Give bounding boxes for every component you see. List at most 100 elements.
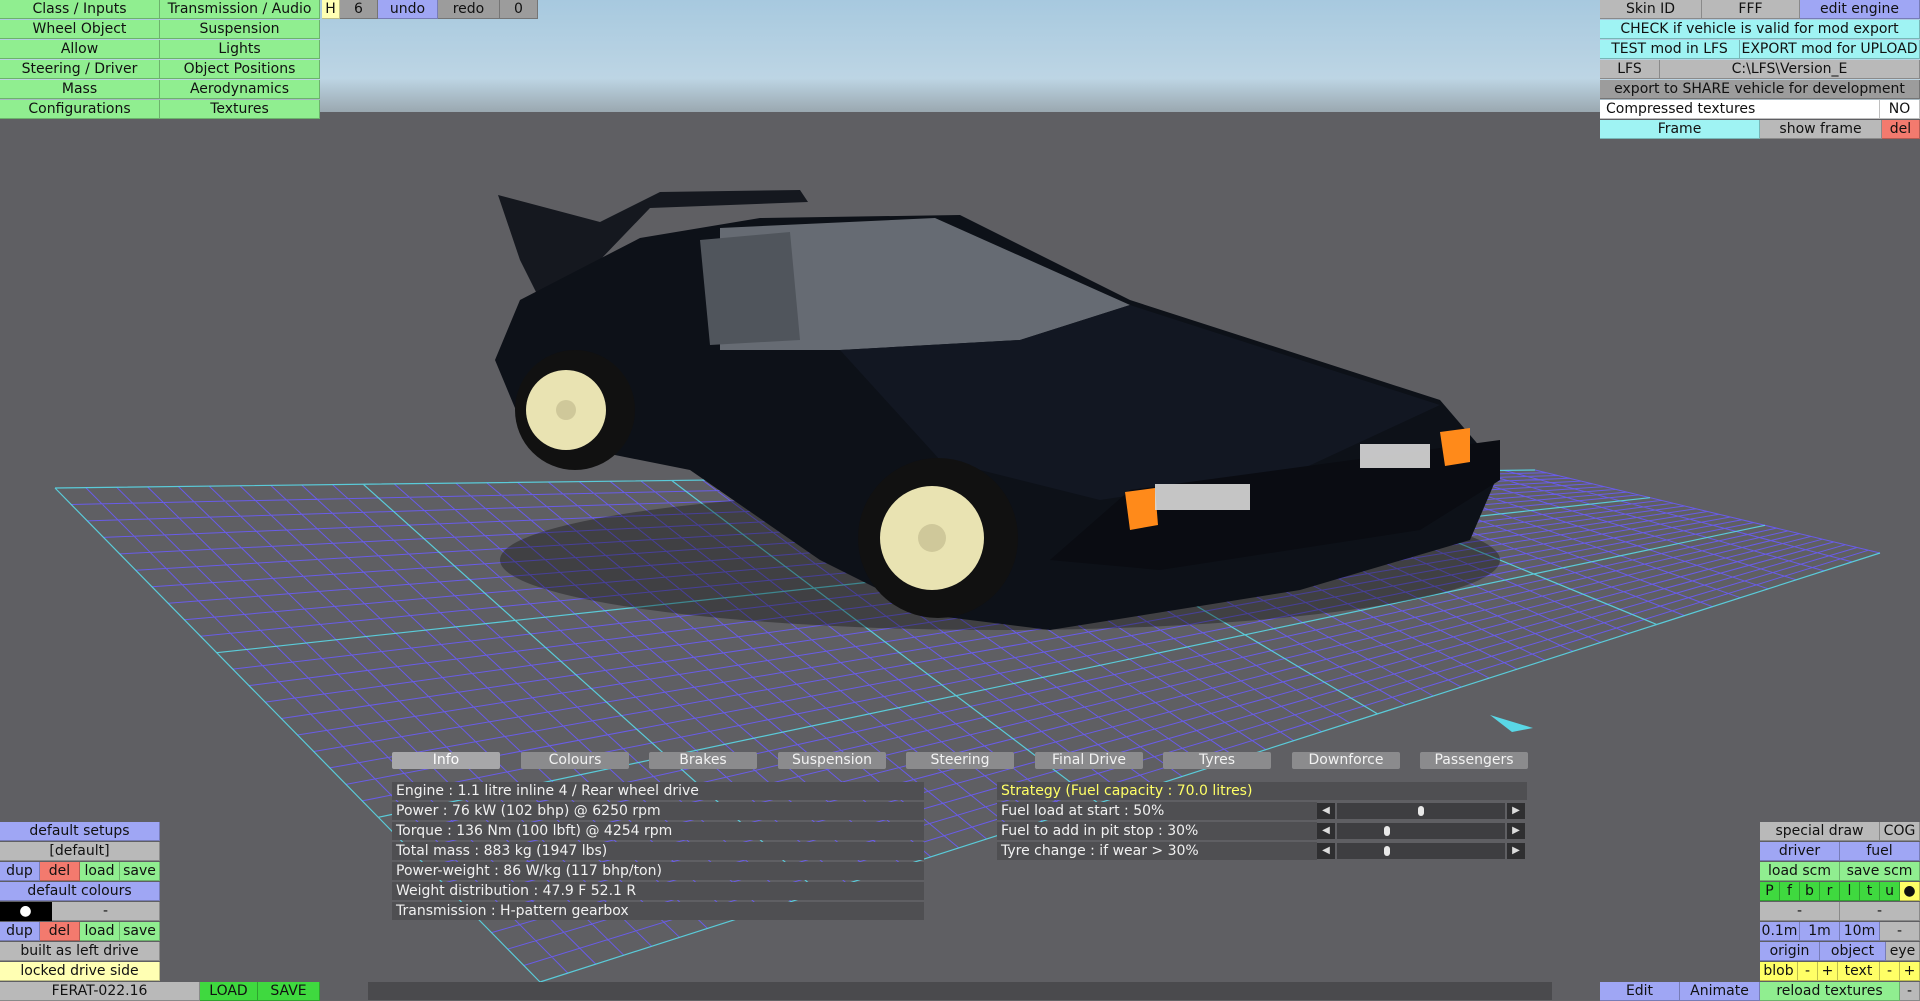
object-button[interactable]: object — [1820, 942, 1886, 961]
edit-engine-button[interactable]: edit engine — [1800, 0, 1920, 19]
value-6-button[interactable]: 6 — [340, 0, 378, 19]
strategy-slider-track[interactable] — [1337, 843, 1505, 859]
scale-dash-button[interactable]: - — [1880, 922, 1920, 941]
animate-mode-button[interactable]: Animate — [1680, 982, 1760, 1001]
strategy-slider-track[interactable] — [1337, 803, 1505, 819]
frame-delete-button[interactable]: del — [1882, 120, 1920, 139]
slider-left-arrow-icon[interactable]: ◀ — [1317, 823, 1335, 839]
built-left-drive-toggle[interactable]: built as left drive — [0, 942, 160, 961]
text-button[interactable]: text — [1838, 962, 1880, 981]
save-scm-button[interactable]: save scm — [1840, 862, 1920, 881]
menu-wheel-object-button[interactable]: Wheel Object — [0, 20, 160, 39]
letter-p-button[interactable]: P — [1760, 882, 1780, 901]
menu-allow-button[interactable]: Allow — [0, 40, 160, 59]
slider-right-arrow-icon[interactable]: ▶ — [1507, 843, 1525, 859]
viewport-3d[interactable] — [0, 0, 1920, 1000]
scale-1m-button[interactable]: 1m — [1800, 922, 1840, 941]
setup-dup-button[interactable]: dup — [0, 862, 40, 881]
colour-swatch[interactable]: ● — [0, 902, 52, 921]
menu-steering-driver-button[interactable]: Steering / Driver — [0, 60, 160, 79]
edit-mode-button[interactable]: Edit — [1600, 982, 1680, 1001]
colour-load-button[interactable]: load — [80, 922, 120, 941]
bottom-scrollbar[interactable] — [368, 982, 1552, 1000]
colour-save-button[interactable]: save — [120, 922, 160, 941]
strategy-slider-knob[interactable] — [1384, 826, 1390, 836]
slider-right-arrow-icon[interactable]: ▶ — [1507, 823, 1525, 839]
scale-0-1m-button[interactable]: 0.1m — [1760, 922, 1800, 941]
export-mod-button[interactable]: EXPORT mod for UPLOAD — [1740, 40, 1920, 59]
slider-left-arrow-icon[interactable]: ◀ — [1317, 803, 1335, 819]
compressed-textures-toggle[interactable]: NO — [1880, 100, 1920, 119]
tab-suspension[interactable]: Suspension — [778, 752, 886, 769]
tab-tyres[interactable]: Tyres — [1163, 752, 1271, 769]
tab-passengers[interactable]: Passengers — [1420, 752, 1528, 769]
tab-steering[interactable]: Steering — [906, 752, 1014, 769]
slider-left-arrow-icon[interactable]: ◀ — [1317, 843, 1335, 859]
menu-textures-button[interactable]: Textures — [160, 100, 320, 119]
locked-drive-side-toggle[interactable]: locked drive side — [0, 962, 160, 981]
driver-button[interactable]: driver — [1760, 842, 1840, 861]
dash-button-1[interactable]: - — [1760, 902, 1840, 921]
menu-aerodynamics-button[interactable]: Aerodynamics — [160, 80, 320, 99]
dot-toggle[interactable]: ● — [1900, 882, 1920, 901]
letter-r-button[interactable]: r — [1820, 882, 1840, 901]
scale-10m-button[interactable]: 10m — [1840, 922, 1880, 941]
menu-class-inputs-button[interactable]: Class / Inputs — [0, 0, 160, 19]
colour-selector[interactable]: - — [52, 902, 160, 921]
car-name-field[interactable]: FERAT-022.16 — [0, 982, 200, 1001]
cog-button[interactable]: COG — [1880, 822, 1920, 841]
load-scm-button[interactable]: load scm — [1760, 862, 1840, 881]
colour-del-button[interactable]: del — [40, 922, 80, 941]
h-toggle-button[interactable]: H — [322, 0, 340, 19]
load-car-button[interactable]: LOAD — [200, 982, 258, 1001]
eye-button[interactable]: eye — [1886, 942, 1920, 961]
blob-minus-button[interactable]: - — [1798, 962, 1818, 981]
slider-right-arrow-icon[interactable]: ▶ — [1507, 803, 1525, 819]
text-plus-button[interactable]: + — [1900, 962, 1920, 981]
colour-dup-button[interactable]: dup — [0, 922, 40, 941]
letter-u-button[interactable]: u — [1880, 882, 1900, 901]
blob-button[interactable]: blob — [1760, 962, 1798, 981]
strategy-slider-track[interactable] — [1337, 823, 1505, 839]
save-car-button[interactable]: SAVE — [258, 982, 320, 1001]
undo-button[interactable]: undo — [378, 0, 438, 19]
dash-button-2[interactable]: - — [1840, 902, 1920, 921]
menu-transmission-audio-button[interactable]: Transmission / Audio — [160, 0, 320, 19]
setup-del-button[interactable]: del — [40, 862, 80, 881]
menu-suspension-button[interactable]: Suspension — [160, 20, 320, 39]
tab-final-drive[interactable]: Final Drive — [1035, 752, 1143, 769]
text-minus-button[interactable]: - — [1880, 962, 1900, 981]
show-frame-button[interactable]: show frame — [1760, 120, 1882, 139]
test-mod-button[interactable]: TEST mod in LFS — [1600, 40, 1740, 59]
special-draw-button[interactable]: special draw — [1760, 822, 1880, 841]
setup-load-button[interactable]: load — [80, 862, 120, 881]
menu-configurations-button[interactable]: Configurations — [0, 100, 160, 119]
check-valid-button[interactable]: CHECK if vehicle is valid for mod export — [1600, 20, 1920, 39]
lfs-path-field[interactable]: C:\LFS\Version_E — [1660, 60, 1920, 79]
setup-save-button[interactable]: save — [120, 862, 160, 881]
origin-button[interactable]: origin — [1760, 942, 1820, 961]
redo-button[interactable]: redo — [438, 0, 500, 19]
tab-downforce[interactable]: Downforce — [1292, 752, 1400, 769]
strategy-slider-knob[interactable] — [1418, 806, 1424, 816]
menu-lights-button[interactable]: Lights — [160, 40, 320, 59]
letter-f-button[interactable]: f — [1780, 882, 1800, 901]
frame-button[interactable]: Frame — [1600, 120, 1760, 139]
skin-id-value[interactable]: FFF — [1702, 0, 1800, 19]
fuel-button[interactable]: fuel — [1840, 842, 1920, 861]
letter-t-button[interactable]: t — [1860, 882, 1880, 901]
zero-button[interactable]: 0 — [500, 0, 538, 19]
menu-mass-button[interactable]: Mass — [0, 80, 160, 99]
tab-info[interactable]: Info — [392, 752, 500, 769]
menu-object-positions-button[interactable]: Object Positions — [160, 60, 320, 79]
blob-plus-button[interactable]: + — [1818, 962, 1838, 981]
letter-l-button[interactable]: l — [1840, 882, 1860, 901]
reload-textures-button[interactable]: reload textures — [1760, 982, 1900, 1001]
share-export-button[interactable]: export to SHARE vehicle for development — [1600, 80, 1920, 99]
reload-dash-button[interactable]: - — [1900, 982, 1920, 1001]
tab-colours[interactable]: Colours — [521, 752, 629, 769]
letter-b-button[interactable]: b — [1800, 882, 1820, 901]
setup-name-field[interactable]: [default] — [0, 842, 160, 861]
tab-brakes[interactable]: Brakes — [649, 752, 757, 769]
strategy-slider-knob[interactable] — [1384, 846, 1390, 856]
